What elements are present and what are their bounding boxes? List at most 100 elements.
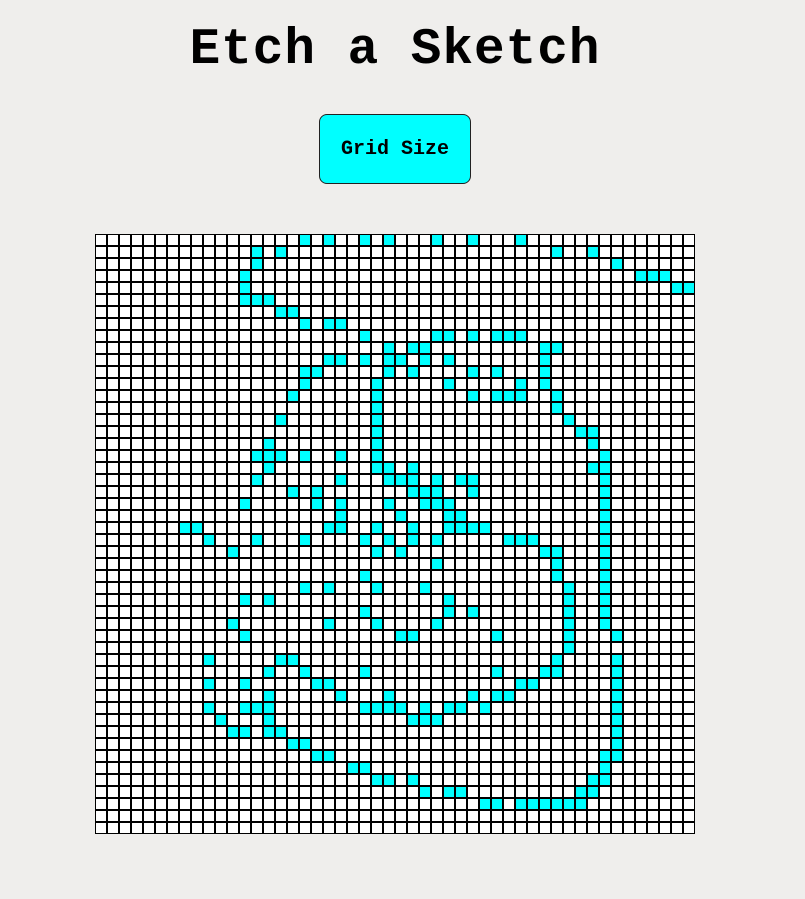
grid-cell[interactable]	[515, 402, 527, 414]
grid-cell[interactable]	[659, 558, 671, 570]
grid-cell[interactable]	[311, 414, 323, 426]
grid-cell[interactable]	[275, 570, 287, 582]
grid-cell[interactable]	[263, 714, 275, 726]
grid-cell[interactable]	[371, 738, 383, 750]
grid-cell[interactable]	[191, 714, 203, 726]
grid-cell[interactable]	[287, 690, 299, 702]
grid-cell[interactable]	[299, 546, 311, 558]
sketch-grid[interactable]	[95, 234, 695, 834]
grid-cell[interactable]	[239, 294, 251, 306]
grid-cell[interactable]	[143, 486, 155, 498]
grid-cell[interactable]	[287, 474, 299, 486]
grid-cell[interactable]	[527, 558, 539, 570]
grid-cell[interactable]	[611, 666, 623, 678]
grid-cell[interactable]	[503, 474, 515, 486]
grid-cell[interactable]	[347, 354, 359, 366]
grid-cell[interactable]	[647, 594, 659, 606]
grid-cell[interactable]	[563, 534, 575, 546]
grid-cell[interactable]	[611, 618, 623, 630]
grid-cell[interactable]	[443, 570, 455, 582]
grid-cell[interactable]	[179, 450, 191, 462]
grid-cell[interactable]	[107, 402, 119, 414]
grid-cell[interactable]	[371, 246, 383, 258]
grid-cell[interactable]	[683, 390, 695, 402]
grid-cell[interactable]	[587, 522, 599, 534]
grid-cell[interactable]	[671, 450, 683, 462]
grid-cell[interactable]	[431, 318, 443, 330]
grid-cell[interactable]	[623, 750, 635, 762]
grid-cell[interactable]	[215, 558, 227, 570]
grid-cell[interactable]	[587, 318, 599, 330]
grid-cell[interactable]	[551, 630, 563, 642]
grid-cell[interactable]	[395, 738, 407, 750]
grid-cell[interactable]	[323, 750, 335, 762]
grid-cell[interactable]	[527, 330, 539, 342]
grid-cell[interactable]	[587, 546, 599, 558]
grid-cell[interactable]	[119, 294, 131, 306]
grid-cell[interactable]	[635, 714, 647, 726]
grid-cell[interactable]	[311, 294, 323, 306]
grid-cell[interactable]	[371, 618, 383, 630]
grid-cell[interactable]	[167, 294, 179, 306]
grid-cell[interactable]	[131, 498, 143, 510]
grid-cell[interactable]	[299, 642, 311, 654]
grid-cell[interactable]	[659, 630, 671, 642]
grid-cell[interactable]	[647, 606, 659, 618]
grid-cell[interactable]	[455, 558, 467, 570]
grid-cell[interactable]	[455, 510, 467, 522]
grid-cell[interactable]	[287, 726, 299, 738]
grid-cell[interactable]	[575, 450, 587, 462]
grid-cell[interactable]	[299, 666, 311, 678]
grid-cell[interactable]	[131, 234, 143, 246]
grid-cell[interactable]	[419, 630, 431, 642]
grid-cell[interactable]	[215, 354, 227, 366]
grid-cell[interactable]	[623, 258, 635, 270]
grid-cell[interactable]	[179, 282, 191, 294]
grid-cell[interactable]	[419, 474, 431, 486]
grid-cell[interactable]	[347, 534, 359, 546]
grid-cell[interactable]	[527, 810, 539, 822]
grid-cell[interactable]	[599, 402, 611, 414]
grid-cell[interactable]	[419, 462, 431, 474]
grid-cell[interactable]	[491, 306, 503, 318]
grid-cell[interactable]	[407, 786, 419, 798]
grid-cell[interactable]	[491, 786, 503, 798]
grid-cell[interactable]	[251, 570, 263, 582]
grid-cell[interactable]	[635, 306, 647, 318]
grid-cell[interactable]	[359, 690, 371, 702]
grid-cell[interactable]	[575, 786, 587, 798]
grid-cell[interactable]	[491, 522, 503, 534]
grid-cell[interactable]	[659, 582, 671, 594]
grid-cell[interactable]	[431, 546, 443, 558]
grid-cell[interactable]	[683, 666, 695, 678]
grid-cell[interactable]	[671, 606, 683, 618]
grid-cell[interactable]	[623, 234, 635, 246]
grid-cell[interactable]	[371, 498, 383, 510]
grid-cell[interactable]	[635, 246, 647, 258]
grid-cell[interactable]	[263, 558, 275, 570]
grid-cell[interactable]	[299, 498, 311, 510]
grid-cell[interactable]	[539, 798, 551, 810]
grid-cell[interactable]	[251, 642, 263, 654]
grid-cell[interactable]	[431, 426, 443, 438]
grid-cell[interactable]	[155, 462, 167, 474]
grid-cell[interactable]	[467, 486, 479, 498]
grid-cell[interactable]	[119, 546, 131, 558]
grid-cell[interactable]	[479, 642, 491, 654]
grid-cell[interactable]	[635, 582, 647, 594]
grid-cell[interactable]	[635, 354, 647, 366]
grid-cell[interactable]	[683, 486, 695, 498]
grid-cell[interactable]	[95, 558, 107, 570]
grid-cell[interactable]	[287, 546, 299, 558]
grid-cell[interactable]	[167, 798, 179, 810]
grid-cell[interactable]	[143, 294, 155, 306]
grid-cell[interactable]	[359, 510, 371, 522]
grid-cell[interactable]	[659, 726, 671, 738]
grid-cell[interactable]	[191, 378, 203, 390]
grid-cell[interactable]	[395, 570, 407, 582]
grid-cell[interactable]	[359, 474, 371, 486]
grid-cell[interactable]	[383, 726, 395, 738]
grid-cell[interactable]	[491, 246, 503, 258]
grid-cell[interactable]	[623, 318, 635, 330]
grid-cell[interactable]	[311, 378, 323, 390]
